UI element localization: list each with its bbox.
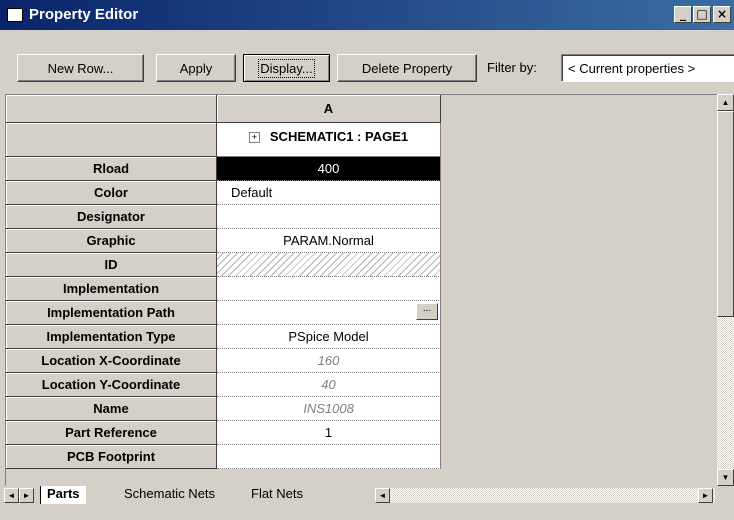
hscroll-right-icon[interactable]: ► bbox=[698, 488, 713, 503]
row-header[interactable]: Implementation bbox=[6, 277, 217, 301]
vertical-scrollbar[interactable]: ▲ ▼ bbox=[717, 94, 734, 486]
scroll-down-icon[interactable]: ▼ bbox=[717, 469, 734, 486]
property-value-cell[interactable] bbox=[217, 253, 441, 277]
scroll-thumb[interactable] bbox=[717, 111, 734, 317]
title-bar[interactable]: Property Editor _ □ × bbox=[0, 0, 734, 30]
property-value-cell[interactable]: 160 bbox=[217, 349, 441, 373]
display-button[interactable]: Display... bbox=[243, 54, 330, 82]
row-header[interactable]: ID bbox=[6, 253, 217, 277]
property-value-cell[interactable]: PSpice Model bbox=[217, 325, 441, 349]
row-header[interactable]: Location X-Coordinate bbox=[6, 349, 217, 373]
filter-select[interactable]: < Current properties > bbox=[561, 54, 734, 82]
row-header[interactable]: Location Y-Coordinate bbox=[6, 373, 217, 397]
group-header[interactable]: + SCHEMATIC1 : PAGE1 bbox=[217, 123, 441, 157]
delete-property-button[interactable]: Delete Property bbox=[337, 54, 477, 82]
tab-schematic-nets[interactable]: Schematic Nets bbox=[118, 486, 221, 504]
tab-bar: ◄ ► Parts Schematic Nets Flat Nets ◄ ► bbox=[0, 486, 734, 520]
group-header-label: SCHEMATIC1 : PAGE1 bbox=[269, 129, 409, 144]
property-value-cell[interactable]: Default bbox=[217, 181, 441, 205]
row-header[interactable]: Designator bbox=[6, 205, 217, 229]
row-header[interactable]: PCB Footprint bbox=[6, 445, 217, 469]
hscroll-left-icon[interactable]: ◄ bbox=[375, 488, 390, 503]
property-value-cell[interactable]: ... bbox=[217, 301, 441, 325]
app-icon bbox=[7, 8, 23, 22]
new-row-button[interactable]: New Row... bbox=[17, 54, 144, 82]
row-header[interactable]: Name bbox=[6, 397, 217, 421]
property-value-cell[interactable] bbox=[217, 277, 441, 301]
row-header[interactable]: Graphic bbox=[6, 229, 217, 253]
tab-next-icon[interactable]: ► bbox=[19, 488, 34, 503]
row-header[interactable]: Color bbox=[6, 181, 217, 205]
property-value-cell[interactable] bbox=[217, 205, 441, 229]
close-icon[interactable]: × bbox=[713, 6, 731, 23]
horizontal-scrollbar[interactable]: ◄ ► bbox=[375, 488, 715, 503]
property-value-cell[interactable]: 400 bbox=[217, 157, 441, 181]
property-value-cell[interactable]: 40 bbox=[217, 373, 441, 397]
apply-button[interactable]: Apply bbox=[156, 54, 236, 82]
tab-parts[interactable]: Parts bbox=[40, 486, 86, 504]
property-value-cell[interactable]: PARAM.Normal bbox=[217, 229, 441, 253]
corner-header bbox=[6, 95, 217, 123]
maximize-icon[interactable]: □ bbox=[693, 6, 711, 23]
property-value-cell[interactable]: 1 bbox=[217, 421, 441, 445]
toolbar: New Row... Apply Display... Delete Prope… bbox=[0, 30, 734, 94]
property-grid: A + SCHEMATIC1 : PAGE1 Rload 400 Color Defau… bbox=[5, 94, 718, 487]
property-value-cell[interactable]: INS1008 bbox=[217, 397, 441, 421]
tab-prev-icon[interactable]: ◄ bbox=[4, 488, 19, 503]
column-header-a[interactable]: A bbox=[217, 95, 441, 123]
window-title: Property Editor bbox=[29, 6, 139, 23]
row-header[interactable]: Implementation Path bbox=[6, 301, 217, 325]
row-header[interactable]: Implementation Type bbox=[6, 325, 217, 349]
minimize-icon[interactable]: _ bbox=[674, 6, 692, 23]
tab-flat-nets[interactable]: Flat Nets bbox=[245, 486, 309, 504]
row-header[interactable]: Part Reference bbox=[6, 421, 217, 445]
property-value-cell[interactable] bbox=[217, 445, 441, 469]
corner-header-2 bbox=[6, 123, 217, 157]
browse-button[interactable]: ... bbox=[416, 303, 438, 320]
scroll-up-icon[interactable]: ▲ bbox=[717, 94, 734, 111]
plus-icon[interactable]: + bbox=[248, 132, 260, 144]
row-header[interactable]: Rload bbox=[6, 157, 217, 181]
filter-label: Filter by: bbox=[487, 60, 537, 75]
